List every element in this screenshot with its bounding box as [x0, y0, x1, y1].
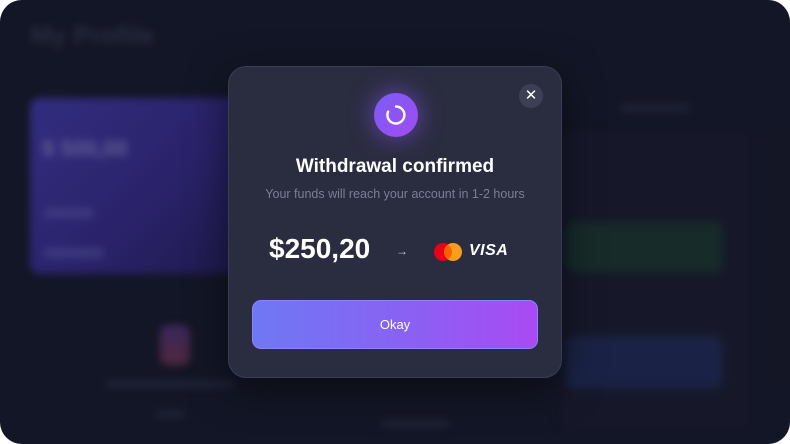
- dialog-title: Withdrawal confirmed: [295, 156, 495, 177]
- visa-logo: VISA: [469, 242, 509, 259]
- close-button[interactable]: ✕: [519, 84, 543, 108]
- okay-button[interactable]: Okay: [252, 300, 538, 349]
- mastercard-icon: [434, 243, 462, 261]
- arrow-right-icon: →: [396, 244, 408, 258]
- withdrawal-amount: $250,20: [269, 233, 371, 264]
- spinner-icon: [374, 93, 418, 137]
- close-icon: ✕: [524, 87, 538, 104]
- dialog-subtitle: Your funds will reach your account in 1-…: [265, 187, 525, 201]
- app-window: My Profile $ 500,00 ✕ Withdrawal confirm…: [0, 0, 790, 444]
- withdrawal-confirmed-dialog: ✕ Withdrawal confirmed Your funds will r…: [228, 66, 562, 378]
